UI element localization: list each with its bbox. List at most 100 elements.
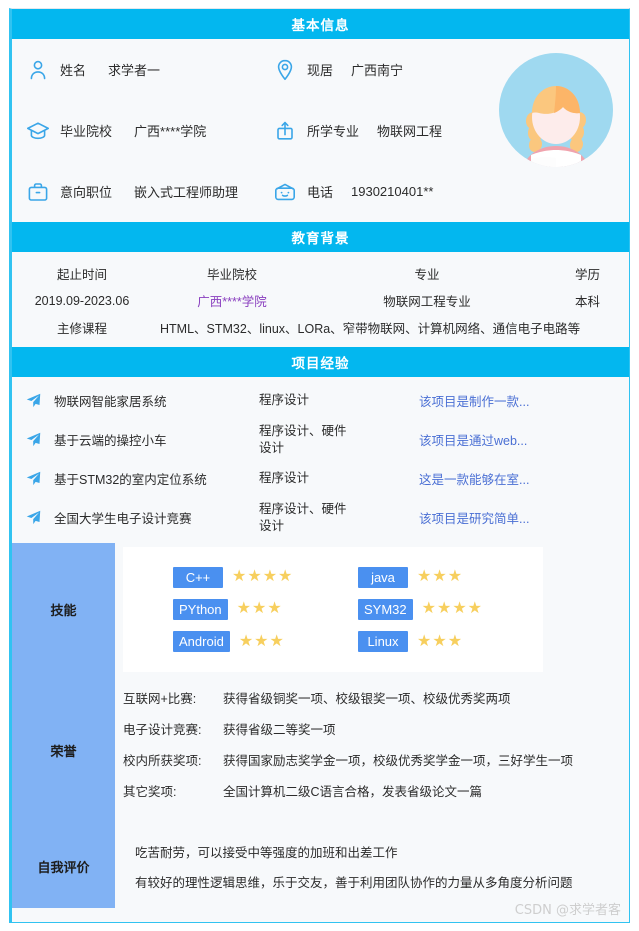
- paper-plane-icon: [12, 510, 54, 525]
- field-value-major: 物联网工程: [377, 124, 443, 139]
- project-description-link[interactable]: 该项目是通过web...: [419, 430, 629, 449]
- self-evaluation-body: 吃苦耐劳，可以接受中等强度的加班和出差工作 有较好的理性逻辑思维，乐于交友，善于…: [115, 824, 629, 908]
- self-evaluation-list: 吃苦耐劳，可以接受中等强度的加班和出差工作 有较好的理性逻辑思维，乐于交友，善于…: [115, 824, 629, 908]
- skill-item: PYthon ★★★: [173, 593, 358, 625]
- project-name: 基于STM32的室内定位系统: [54, 473, 207, 487]
- skill-rating-stars: ★★★: [417, 568, 464, 586]
- skill-name-chip: SYM32: [358, 598, 413, 620]
- self-evaluation-section: 自我评价 吃苦耐劳，可以接受中等强度的加班和出差工作 有较好的理性逻辑思维，乐于…: [12, 824, 629, 908]
- honor-item: 其它奖项: 全国计算机二级C语言合格，发表省级论文一篇: [123, 781, 629, 812]
- honor-key: 互联网+比赛:: [123, 692, 197, 706]
- field-value-position: 嵌入式工程师助理: [134, 185, 239, 200]
- project-description-link[interactable]: 该项目是制作一款...: [419, 391, 629, 410]
- skills-body: C++ ★★★★ java ★★★ PYthon ★★★ SYM32 ★★★★ …: [115, 543, 629, 676]
- field-name: 姓名 求学者一: [12, 58, 259, 82]
- project-type: 程序设计: [259, 393, 310, 407]
- skill-rating-stars: ★★★: [236, 600, 283, 618]
- courses-label: 主修课程: [56, 322, 107, 336]
- paper-plane-icon: [12, 432, 54, 447]
- field-value-name: 求学者一: [108, 63, 161, 78]
- honor-item: 互联网+比赛: 获得省级铜奖一项、校级银奖一项、校级优秀奖两项: [123, 688, 629, 719]
- location-icon: [273, 58, 297, 82]
- edu-col-period: 起止时间: [56, 268, 107, 282]
- section-title-education: 教育背景: [291, 231, 350, 246]
- skill-item: C++ ★★★★: [173, 561, 358, 593]
- field-label-location: 现居: [307, 63, 334, 78]
- field-label-position: 意向职位: [60, 185, 113, 200]
- skill-rating-stars: ★★★: [417, 632, 464, 650]
- paper-plane-icon: [12, 393, 54, 408]
- honors-label: 荣誉: [12, 676, 115, 824]
- courses-value: HTML、STM32、linux、LORa、窄带物联网、计算机网络、通信电子电路…: [160, 322, 581, 336]
- edu-major: 物联网工程专业: [383, 295, 471, 309]
- skills-card: C++ ★★★★ java ★★★ PYthon ★★★ SYM32 ★★★★ …: [123, 547, 543, 672]
- project-type: 程序设计、硬件设计: [259, 423, 347, 455]
- avatar: [497, 51, 615, 169]
- field-phone: 电话 1930210401**: [259, 180, 512, 204]
- skill-name-chip: PYthon: [173, 598, 228, 620]
- honor-value: 获得省级二等奖一项: [223, 723, 336, 737]
- project-name: 物联网智能家居系统: [54, 395, 167, 409]
- honor-item: 电子设计竞赛: 获得省级二等奖一项: [123, 719, 629, 750]
- edu-period: 2019.09-2023.06: [34, 293, 130, 308]
- skill-name-chip: java: [358, 566, 408, 588]
- project-description-link[interactable]: 这是一款能够在室...: [419, 469, 629, 488]
- skills-grid: C++ ★★★★ java ★★★ PYthon ★★★ SYM32 ★★★★ …: [123, 561, 543, 658]
- skill-rating-stars: ★★★★: [232, 568, 294, 586]
- briefcase-icon: [26, 180, 50, 204]
- honors-section: 荣誉 互联网+比赛: 获得省级铜奖一项、校级银奖一项、校级优秀奖两项 电子设计竞…: [12, 676, 629, 824]
- field-label-major: 所学专业: [307, 124, 360, 139]
- section-header-basic: 基本信息: [12, 9, 629, 39]
- skill-rating-stars: ★★★★: [421, 600, 484, 618]
- field-school: 毕业院校 广西****学院: [12, 119, 259, 143]
- section-title-projects: 项目经验: [291, 356, 350, 371]
- section-header-education: 教育背景: [12, 222, 629, 252]
- skill-item: Linux ★★★: [358, 626, 543, 658]
- honors-list: 互联网+比赛: 获得省级铜奖一项、校级银奖一项、校级优秀奖两项 电子设计竞赛: …: [115, 676, 629, 824]
- field-label-school: 毕业院校: [60, 124, 113, 139]
- skills-section: 技能 C++ ★★★★ java ★★★ PYthon ★★★ SYM32 ★★…: [12, 543, 629, 676]
- book-icon: [273, 119, 297, 143]
- paper-plane-icon: [12, 471, 54, 486]
- skill-item: java ★★★: [358, 561, 543, 593]
- project-row: 全国大学生电子设计竞赛 程序设计、硬件设计 该项目是研究简单...: [12, 498, 629, 537]
- honor-key: 其它奖项:: [123, 785, 177, 799]
- basic-info-section: 姓名 求学者一 现居 广西南宁 毕业院校 广西****学院 所学专业 物联网工程…: [12, 39, 629, 222]
- project-type: 程序设计、硬件设计: [259, 501, 347, 533]
- project-type: 程序设计: [259, 471, 310, 485]
- field-value-school: 广西****学院: [134, 124, 207, 139]
- graduation-cap-icon: [26, 119, 50, 143]
- projects-section: 物联网智能家居系统 程序设计 该项目是制作一款... 基于云端的操控小车 程序设…: [12, 377, 629, 543]
- project-description-link[interactable]: 该项目是研究简单...: [419, 508, 629, 527]
- skill-item: SYM32 ★★★★: [358, 593, 543, 625]
- edu-degree: 本科: [574, 295, 600, 309]
- field-label-phone: 电话: [307, 185, 334, 200]
- self-evaluation-line: 吃苦耐劳，可以接受中等强度的加班和出差工作: [135, 845, 398, 860]
- honors-body: 互联网+比赛: 获得省级铜奖一项、校级银奖一项、校级优秀奖两项 电子设计竞赛: …: [115, 676, 629, 824]
- skills-label: 技能: [12, 543, 115, 676]
- project-name: 基于云端的操控小车: [54, 434, 167, 448]
- project-row: 物联网智能家居系统 程序设计 该项目是制作一款...: [12, 381, 629, 420]
- field-major: 所学专业 物联网工程: [259, 119, 512, 143]
- honor-value: 全国计算机二级C语言合格，发表省级论文一篇: [223, 785, 483, 799]
- project-row: 基于STM32的室内定位系统 程序设计 这是一款能够在室...: [12, 459, 629, 498]
- skill-item: Android ★★★: [173, 626, 358, 658]
- field-value-location: 广西南宁: [351, 63, 404, 78]
- education-section: 起止时间 毕业院校 专业 学历 2019.09-2023.06 广西****学院…: [12, 252, 629, 347]
- field-value-phone: 1930210401**: [351, 184, 434, 199]
- edu-school-link[interactable]: 广西****学院: [152, 291, 312, 310]
- project-name: 全国大学生电子设计竞赛: [54, 512, 192, 526]
- section-title-basic: 基本信息: [291, 18, 350, 33]
- honor-key: 校内所获奖项:: [123, 754, 202, 768]
- skill-name-chip: Android: [173, 631, 230, 653]
- honor-value: 获得省级铜奖一项、校级银奖一项、校级优秀奖两项: [223, 692, 511, 706]
- telephone-icon: [273, 180, 297, 204]
- honor-item: 校内所获奖项: 获得国家励志奖学金一项，校级优秀奖学金一项，三好学生一项: [123, 750, 629, 781]
- edu-col-major: 专业: [414, 268, 440, 282]
- resume-page: 基本信息 姓名 求学者一 现居 广西南宁 毕业院校 广西****学院 所学专业 …: [0, 0, 639, 931]
- edu-col-school: 毕业院校: [206, 268, 257, 282]
- education-courses-row: 主修课程 HTML、STM32、linux、LORa、窄带物联网、计算机网络、通…: [12, 314, 629, 341]
- self-evaluation-label: 自我评价: [12, 824, 115, 908]
- resume-sheet: 基本信息 姓名 求学者一 现居 广西南宁 毕业院校 广西****学院 所学专业 …: [9, 8, 630, 923]
- skill-name-chip: C++: [173, 566, 223, 588]
